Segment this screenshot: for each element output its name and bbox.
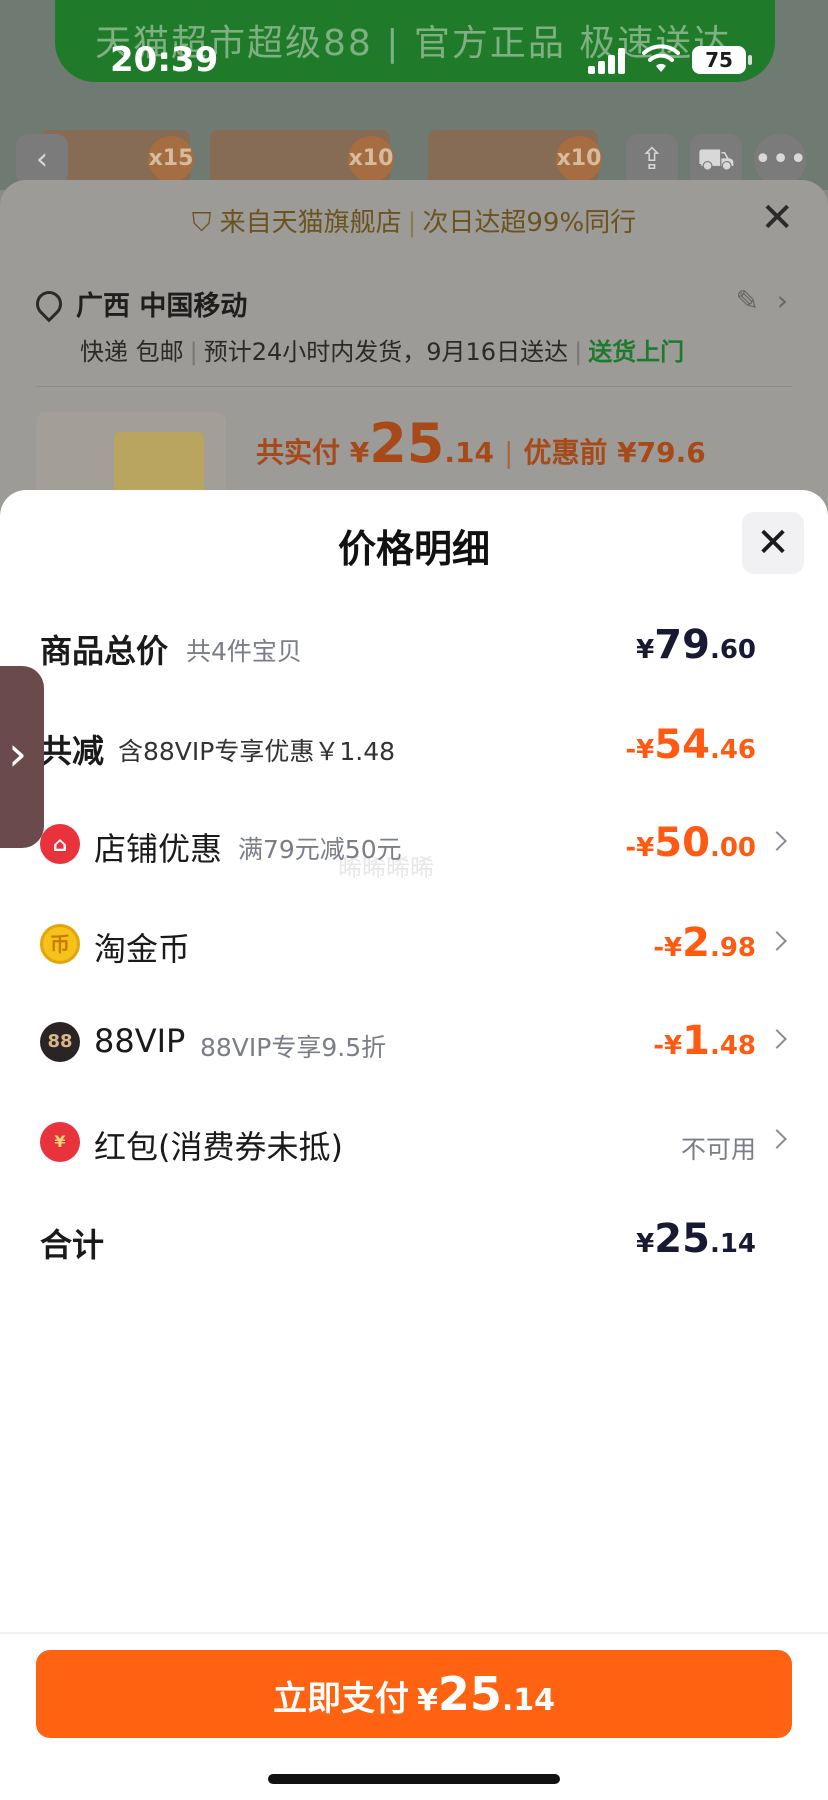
red-packet-label: 红包(消费券未抵)	[94, 1128, 343, 1166]
signal-icon	[588, 48, 630, 74]
vip-icon: 88	[40, 1022, 80, 1062]
total-discount-label: 共减	[40, 732, 105, 770]
item-count: 共4件宝贝	[186, 637, 302, 666]
close-icon[interactable]: ✕	[760, 198, 794, 238]
total-price-row: 商品总价 共4件宝贝 ¥79.60	[0, 616, 828, 676]
chevron-left-icon: ‹	[36, 142, 48, 177]
divider	[36, 386, 792, 387]
grand-total-row: 合计 ¥25.14	[0, 1210, 828, 1270]
shop-tip-source: 来自天猫旗舰店	[219, 208, 402, 238]
shop-discount-label: 店铺优惠	[94, 830, 223, 868]
coin-discount-row[interactable]: 币 淘金币 -¥2.98	[0, 914, 828, 974]
status-time: 20:39	[110, 40, 219, 80]
cart-button[interactable]: ⛟	[690, 134, 742, 186]
delivery-info: 快递 包邮 | 预计24小时内发货，9月16日送达 | 送货上门	[80, 338, 685, 366]
quantity-badge: x10	[348, 136, 394, 182]
vip-discount-label: 88VIP	[94, 1022, 186, 1060]
side-expand-tab[interactable]: ›	[0, 666, 44, 848]
red-packet-icon: ¥	[40, 1122, 80, 1162]
close-icon: ✕	[756, 520, 790, 566]
share-button[interactable]: ⇪	[626, 134, 678, 186]
address-actions: ✎ ›	[736, 284, 788, 317]
coin-discount-label: 淘金币	[94, 930, 191, 968]
address-text: 广西 中国移动	[76, 291, 248, 322]
vip-discount-row[interactable]: 88 88VIP 88VIP专享9.5折 -¥1.48	[0, 1012, 828, 1072]
total-discount-row: 共减 含88VIP专享优惠￥1.48 -¥54.46	[0, 716, 828, 776]
grand-total-label: 合计	[40, 1226, 105, 1264]
pay-summary-int: 25	[369, 412, 445, 475]
back-button[interactable]: ‹	[16, 134, 68, 186]
pay-summary-label: 共实付 ¥	[256, 436, 370, 469]
pay-summary: 共实付 ¥25.14 | 优惠前 ¥79.6	[256, 412, 706, 475]
chevron-right-icon: ›	[8, 726, 28, 782]
total-discount-note: 含88VIP专享优惠￥1.48	[118, 737, 396, 766]
pay-summary-before: 优惠前 ¥79.6	[523, 436, 706, 469]
divider	[0, 1632, 828, 1634]
more-icon: •••	[754, 142, 808, 177]
shop-tip-delivery: 次日达超99%同行	[422, 208, 637, 238]
shield-icon: ⛉	[191, 208, 212, 238]
pay-now-button[interactable]: 立即支付 ¥25.14	[36, 1650, 792, 1738]
coin-discount-amount: -¥2.98	[653, 920, 756, 966]
order-confirm-sheet: ⛉ 来自天猫旗舰店 | 次日达超99%同行 ✕ 广西 中国移动 ✎ › 快递 包邮 |…	[0, 180, 828, 532]
chevron-right-icon	[767, 1129, 787, 1149]
quantity-badge: x10	[556, 136, 602, 182]
status-bar: 20:39 75	[0, 0, 828, 120]
quantity-badge: x15	[148, 136, 194, 182]
cart-icon: ⛟	[697, 142, 735, 177]
delivery-eta: 预计24小时内发货，9月16日送达	[203, 338, 569, 366]
close-button[interactable]: ✕	[742, 512, 804, 574]
pay-now-label: 立即支付	[272, 1679, 409, 1719]
total-price-amount: ¥79.60	[636, 622, 756, 668]
shop-discount-row[interactable]: ⌂ 店铺优惠 满79元减50元 -¥50.00	[0, 814, 828, 874]
shop-discount-rule: 满79元减50元	[238, 835, 402, 864]
delivery-door: 送货上门	[588, 338, 685, 366]
more-button[interactable]: •••	[754, 134, 808, 186]
chevron-right-icon	[767, 831, 787, 851]
share-icon: ⇪	[639, 142, 665, 177]
shop-discount-amount: -¥50.00	[625, 820, 756, 866]
vip-discount-rule: 88VIP专享9.5折	[200, 1033, 387, 1062]
address-row[interactable]: 广西 中国移动	[30, 284, 248, 323]
total-discount-amount: -¥54.46	[625, 722, 756, 768]
wifi-icon	[642, 44, 680, 72]
coin-icon: 币	[40, 924, 80, 964]
chevron-right-icon[interactable]: ›	[777, 284, 788, 317]
vip-discount-amount: -¥1.48	[653, 1018, 756, 1064]
red-packet-row[interactable]: ¥ 红包(消费券未抵) 不可用	[0, 1112, 828, 1172]
sheet-title: 价格明细	[337, 527, 490, 571]
pay-summary-dec: .14	[444, 436, 494, 469]
location-pin-icon	[30, 285, 68, 323]
chevron-right-icon	[767, 1029, 787, 1049]
chevron-right-icon	[767, 931, 787, 951]
edit-icon[interactable]: ✎	[736, 284, 759, 317]
battery-icon: 75	[692, 46, 752, 74]
home-indicator[interactable]	[268, 1774, 560, 1784]
grand-total-amount: ¥25.14	[636, 1216, 756, 1262]
price-detail-sheet: 价格明细 ✕ 晞晞晞晞 商品总价 共4件宝贝 ¥79.60 共减 含88VIP专…	[0, 490, 828, 1800]
shop-tip: ⛉ 来自天猫旗舰店 | 次日达超99%同行	[191, 208, 637, 238]
shop-icon: ⌂	[40, 824, 80, 864]
red-packet-status: 不可用	[680, 1135, 756, 1164]
delivery-method: 快递 包邮	[80, 338, 184, 366]
total-price-label: 商品总价	[40, 632, 169, 670]
